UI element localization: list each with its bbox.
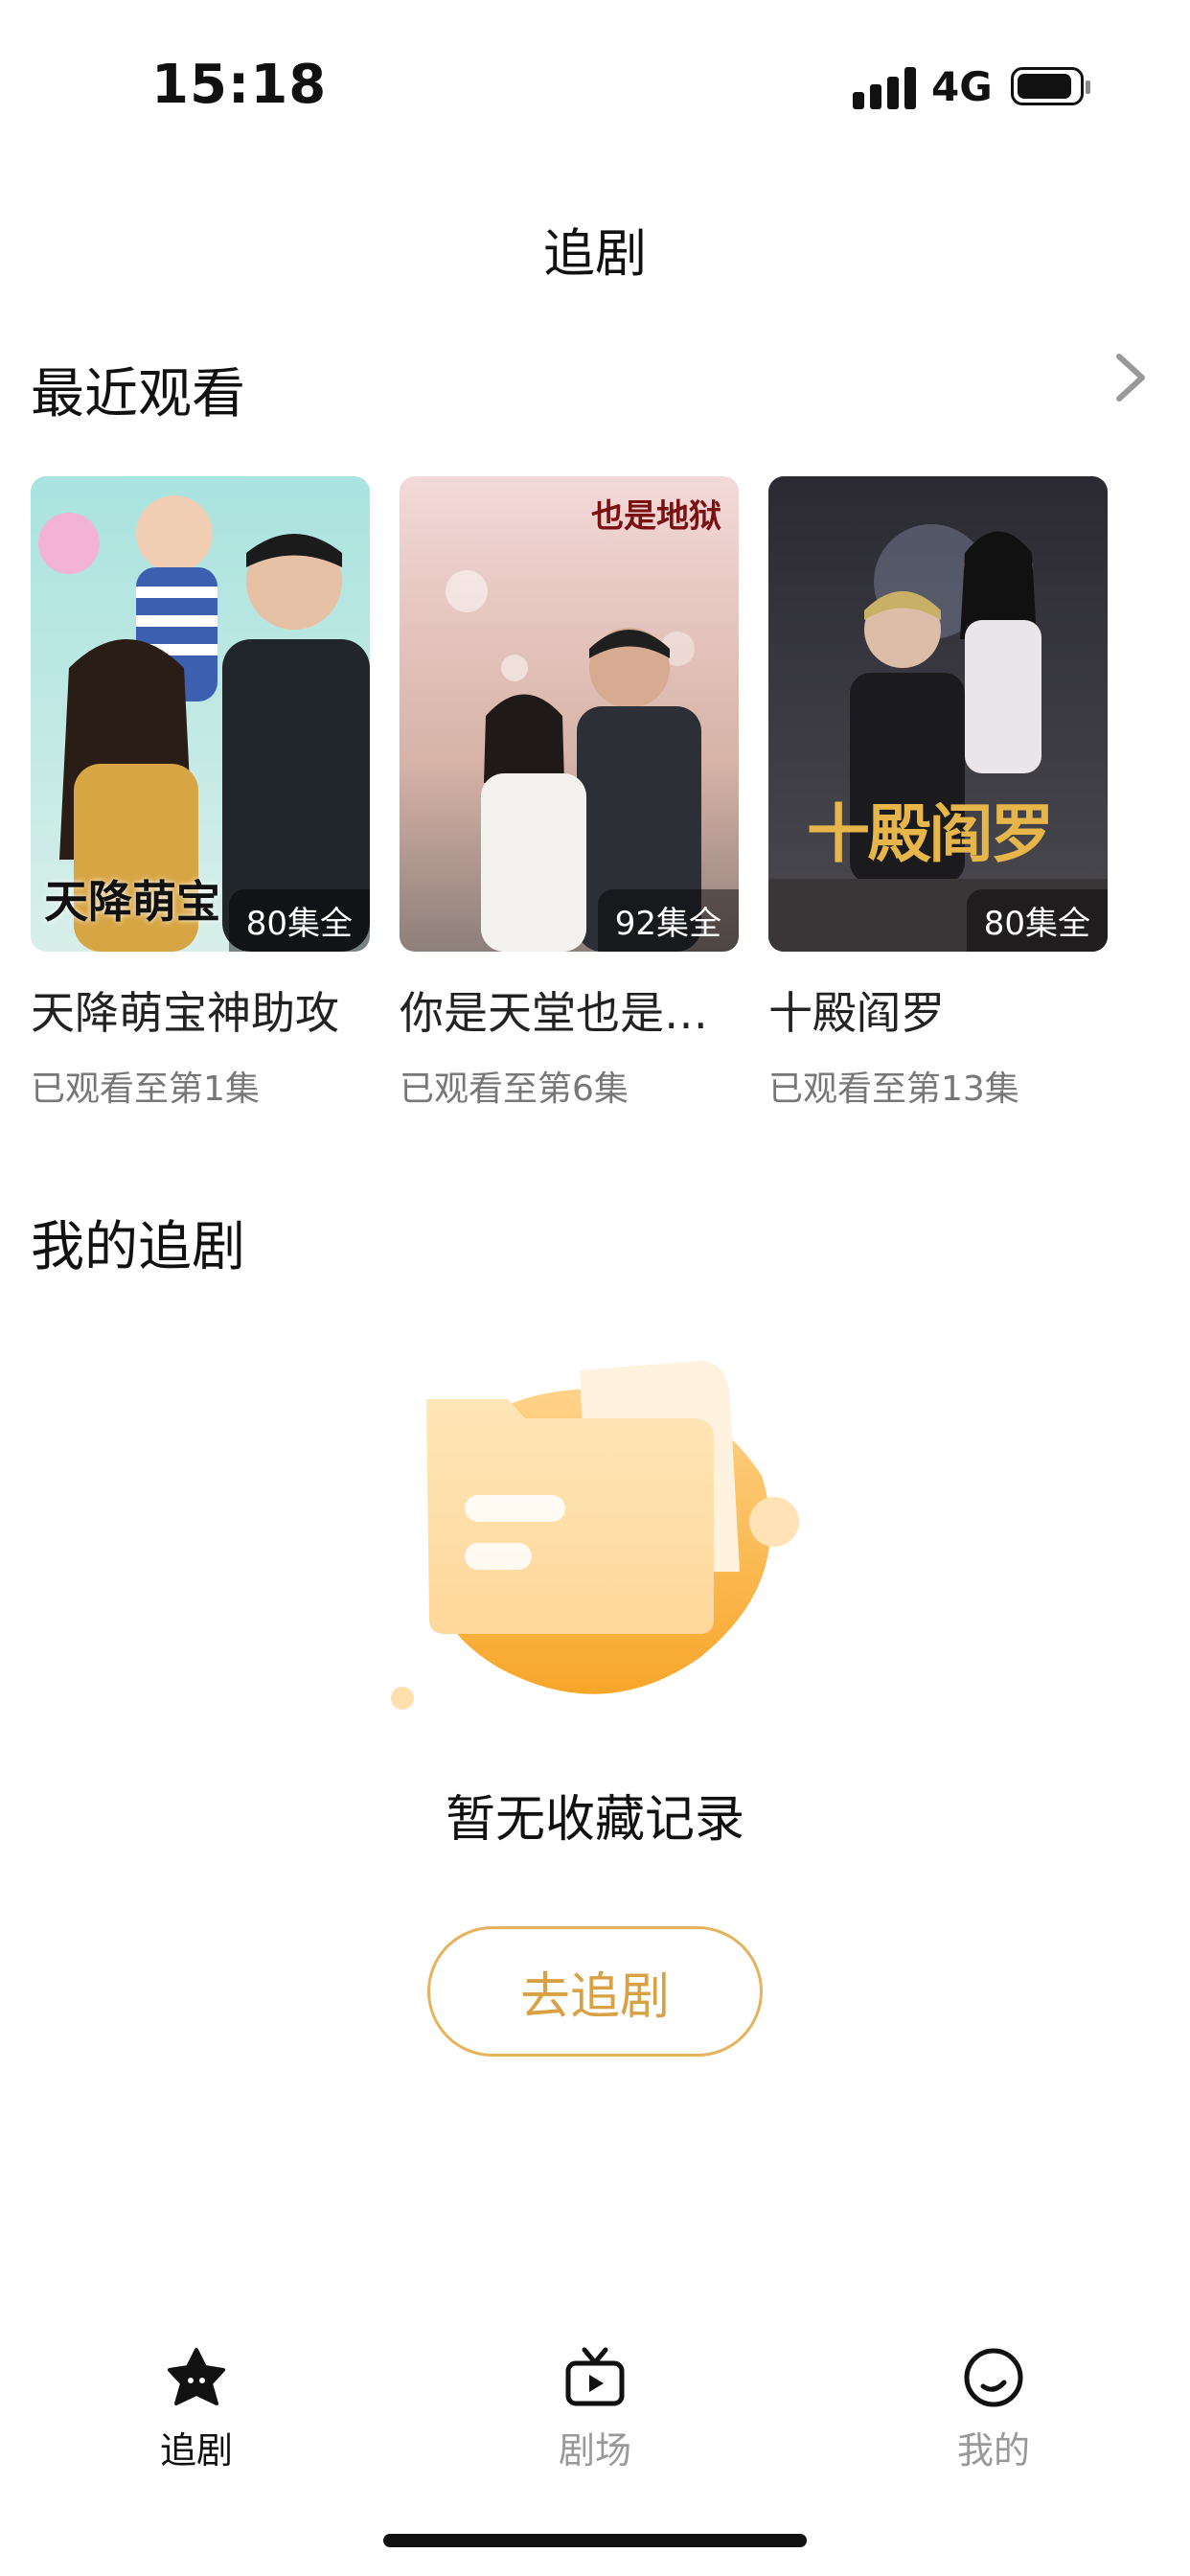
episode-badge: 80集全 [228,889,370,952]
recent-list: 天降萌宝 80集全 天降萌宝神助攻 已观看至第1集 也是地狱 92集全 你是天堂… [31,476,1161,1128]
card-title[interactable]: 天降萌宝神助攻 [31,978,370,1042]
tab-label: 剧场 [558,2429,631,2472]
chevron-right-icon[interactable] [1102,343,1159,412]
card-title[interactable]: 你是天堂也是地狱 [400,978,739,1042]
recent-card[interactable]: 也是地狱 92集全 你是天堂也是地狱 已观看至第6集 [400,476,739,1111]
poster-image[interactable]: 天降萌宝 80集全 [31,476,370,952]
my-watchlist-title: 我的追剧 [31,1216,245,1278]
empty-state-text: 暂无收藏记录 [445,1791,744,1849]
poster-title-text: 也是地狱 [591,497,721,536]
poster-title-text: 十殿阎罗 [807,797,1054,871]
battery-icon [1011,67,1090,105]
episode-badge: 92集全 [597,889,739,952]
star-face-icon [168,2348,225,2405]
tv-play-icon [565,2347,625,2406]
status-time: 15:18 [151,54,328,116]
status-bar: 15:18 4G [0,0,1190,172]
watch-progress: 已观看至第1集 [31,1070,260,1109]
recent-card[interactable]: 天降萌宝 80集全 天降萌宝神助攻 已观看至第1集 [31,476,370,1111]
page-title: 追剧 [543,223,647,284]
poster-image[interactable]: 十殿阎罗 80集全 [768,476,1108,952]
empty-folder-icon [391,1361,799,1710]
tab-theater[interactable]: 剧场 [499,2344,691,2473]
tab-mine[interactable]: 我的 [898,2344,1089,2473]
tab-label: 我的 [956,2429,1030,2472]
episode-badge: 80集全 [966,889,1108,952]
signal-icon [853,67,918,109]
go-watch-button[interactable]: 去追剧 [427,1926,763,2057]
smile-circle-icon [964,2348,1023,2407]
home-indicator[interactable] [383,2534,807,2547]
poster-image[interactable]: 也是地狱 92集全 [400,476,739,952]
poster-title-text: 天降萌宝 [44,876,220,928]
watch-progress: 已观看至第6集 [400,1070,629,1109]
card-title[interactable]: 十殿阎罗 [768,978,1108,1042]
watch-progress: 已观看至第13集 [768,1070,1019,1109]
recent-card[interactable]: 十殿阎罗 80集全 十殿阎罗 已观看至第13集 [768,476,1108,1111]
network-type: 4G [931,63,993,110]
bottom-tab-bar: 追剧 剧场 我的 [0,2319,1190,2492]
recent-section-title: 最近观看 [31,363,245,426]
tab-zhuiju[interactable]: 追剧 [101,2344,292,2473]
tab-label: 追剧 [159,2429,233,2472]
